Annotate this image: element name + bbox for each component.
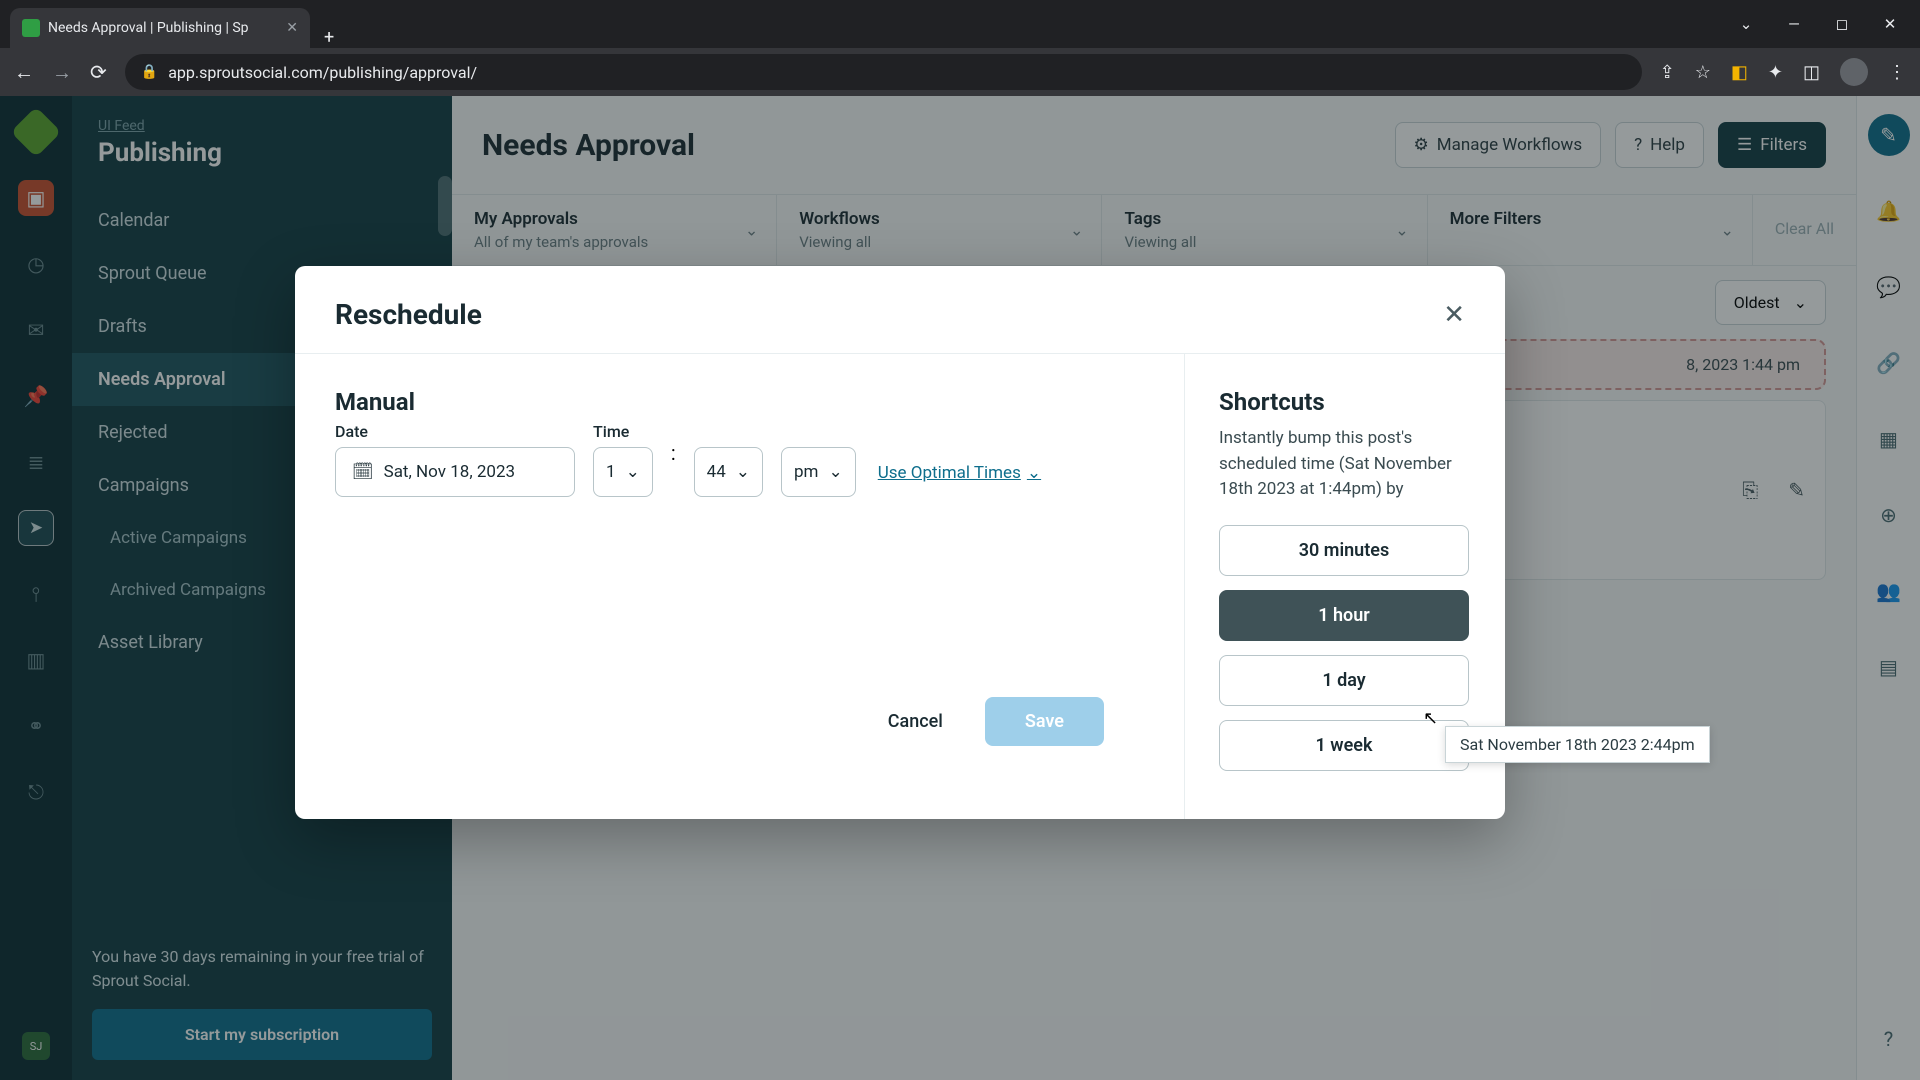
window-controls: ⌄ — ◻ ✕ bbox=[1736, 15, 1920, 33]
modal-overlay[interactable]: Reschedule ✕ Manual Date 🗓 Sat, Nov 18, … bbox=[0, 96, 1920, 1080]
shortcut-1-week[interactable]: 1 week bbox=[1219, 720, 1469, 771]
maximize-icon[interactable]: ◻ bbox=[1832, 15, 1852, 33]
favicon bbox=[22, 19, 40, 37]
chevron-down-icon: ⌄ bbox=[1027, 463, 1041, 483]
menu-icon[interactable]: ⋮ bbox=[1888, 62, 1906, 83]
chevron-down-icon: ⌄ bbox=[626, 462, 640, 482]
forward-button[interactable]: → bbox=[52, 60, 72, 85]
profile-avatar[interactable] bbox=[1840, 58, 1868, 86]
use-optimal-times-link[interactable]: Use Optimal Times⌄ bbox=[878, 463, 1041, 483]
share-icon[interactable]: ⇪ bbox=[1660, 62, 1675, 83]
tab-title: Needs Approval | Publishing | Sp bbox=[48, 20, 278, 36]
hour-select[interactable]: 1⌄ bbox=[593, 447, 653, 497]
chevron-down-icon: ⌄ bbox=[828, 462, 842, 482]
manual-heading: Manual bbox=[335, 388, 1144, 416]
url-text: app.sproutsocial.com/publishing/approval… bbox=[168, 63, 477, 82]
shortcut-1-day[interactable]: 1 day bbox=[1219, 655, 1469, 706]
back-button[interactable]: ← bbox=[14, 60, 34, 85]
bookmark-icon[interactable]: ☆ bbox=[1695, 62, 1711, 83]
ampm-select[interactable]: pm⌄ bbox=[781, 447, 856, 497]
shortcut-30-minutes[interactable]: 30 minutes bbox=[1219, 525, 1469, 576]
shortcuts-heading: Shortcuts bbox=[1219, 388, 1465, 416]
dropdown-icon[interactable]: ⌄ bbox=[1736, 15, 1756, 33]
browser-tab-strip: Needs Approval | Publishing | Sp ✕ + ⌄ —… bbox=[0, 0, 1920, 48]
time-label: Time bbox=[593, 422, 653, 441]
reschedule-modal: Reschedule ✕ Manual Date 🗓 Sat, Nov 18, … bbox=[295, 266, 1505, 819]
new-tab-button[interactable]: + bbox=[310, 27, 348, 48]
extension-badge-icon[interactable]: ◧ bbox=[1731, 62, 1748, 83]
chevron-down-icon: ⌄ bbox=[736, 462, 750, 482]
shortcut-1-hour[interactable]: 1 hour bbox=[1219, 590, 1469, 641]
shortcuts-description: Instantly bump this post's scheduled tim… bbox=[1219, 426, 1465, 503]
date-picker[interactable]: 🗓 Sat, Nov 18, 2023 bbox=[335, 447, 575, 497]
time-tooltip: Sat November 18th 2023 2:44pm bbox=[1445, 726, 1710, 763]
save-button[interactable]: Save bbox=[985, 697, 1104, 746]
close-window-icon[interactable]: ✕ bbox=[1880, 15, 1900, 33]
browser-tab[interactable]: Needs Approval | Publishing | Sp ✕ bbox=[10, 8, 310, 48]
lock-icon: 🔒 bbox=[141, 64, 158, 80]
browser-nav-bar: ← → ⟳ 🔒 app.sproutsocial.com/publishing/… bbox=[0, 48, 1920, 96]
sidepanel-icon[interactable]: ◫ bbox=[1803, 62, 1820, 83]
close-modal-button[interactable]: ✕ bbox=[1443, 300, 1465, 330]
minute-select[interactable]: 44⌄ bbox=[694, 447, 763, 497]
address-bar[interactable]: 🔒 app.sproutsocial.com/publishing/approv… bbox=[125, 54, 1642, 90]
minimize-icon[interactable]: — bbox=[1784, 15, 1804, 33]
calendar-icon: 🗓 bbox=[352, 462, 374, 482]
extensions-icon[interactable]: ✦ bbox=[1768, 62, 1783, 83]
reload-button[interactable]: ⟳ bbox=[90, 60, 107, 84]
cancel-button[interactable]: Cancel bbox=[870, 697, 961, 746]
modal-title: Reschedule bbox=[335, 298, 1443, 331]
close-tab-icon[interactable]: ✕ bbox=[286, 20, 298, 36]
date-label: Date bbox=[335, 422, 575, 441]
